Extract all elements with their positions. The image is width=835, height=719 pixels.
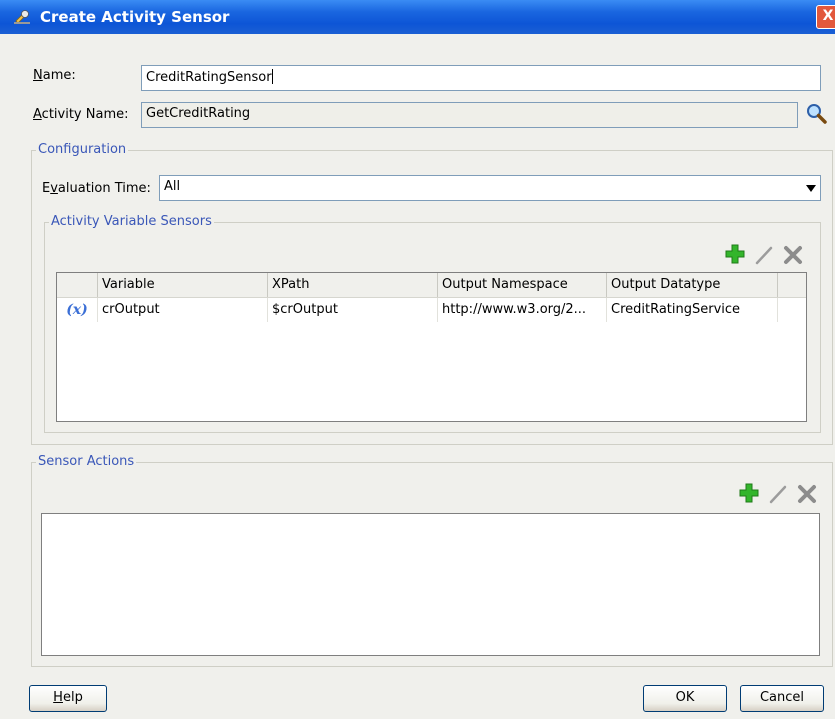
column-header-filler (778, 273, 806, 297)
cancel-button[interactable]: Cancel (740, 685, 824, 712)
window-title: Create Activity Sensor (40, 8, 230, 26)
close-button[interactable]: X (816, 5, 835, 29)
variable-sensors-table: Variable XPath Output Namespace Output D… (56, 272, 807, 422)
wrench-icon (14, 10, 30, 24)
name-input[interactable]: CreditRatingSensor (141, 65, 821, 91)
evaluation-time-label: Evaluation Time: (42, 181, 151, 196)
configuration-title: Configuration (36, 142, 129, 157)
add-icon[interactable] (738, 482, 760, 504)
name-label: Name: (33, 68, 76, 83)
column-header-output-datatype[interactable]: Output Datatype (607, 273, 778, 297)
delete-icon[interactable] (796, 483, 818, 505)
column-header-icon (57, 273, 98, 297)
variable-icon: (x) (57, 298, 98, 322)
table-row[interactable]: (x) crOutput $crOutput http://www.w3.org… (57, 298, 806, 322)
cell-output-datatype: CreditRatingService (607, 298, 778, 322)
add-icon[interactable] (724, 243, 746, 265)
ok-button[interactable]: OK (643, 685, 727, 712)
chevron-down-icon (806, 185, 816, 192)
search-icon[interactable] (806, 103, 828, 125)
column-header-xpath[interactable]: XPath (268, 273, 438, 297)
sensor-actions-title: Sensor Actions (36, 454, 137, 469)
delete-icon[interactable] (782, 244, 804, 266)
title-bar: Create Activity Sensor X (0, 0, 835, 34)
sensor-actions-list[interactable] (41, 513, 820, 656)
activity-name-label: Activity Name: (33, 107, 129, 122)
evaluation-time-select[interactable]: All (159, 175, 821, 201)
help-button[interactable]: Help (29, 685, 107, 712)
cell-variable: crOutput (98, 298, 268, 322)
cell-output-namespace: http://www.w3.org/2... (438, 298, 607, 322)
edit-icon[interactable] (753, 244, 775, 266)
table-header: Variable XPath Output Namespace Output D… (57, 273, 806, 298)
column-header-output-namespace[interactable]: Output Namespace (438, 273, 607, 297)
column-header-variable[interactable]: Variable (98, 273, 268, 297)
cell-xpath: $crOutput (268, 298, 438, 322)
activity-variable-sensors-title: Activity Variable Sensors (49, 214, 214, 229)
edit-icon[interactable] (767, 483, 789, 505)
activity-name-field: GetCreditRating (141, 102, 798, 128)
